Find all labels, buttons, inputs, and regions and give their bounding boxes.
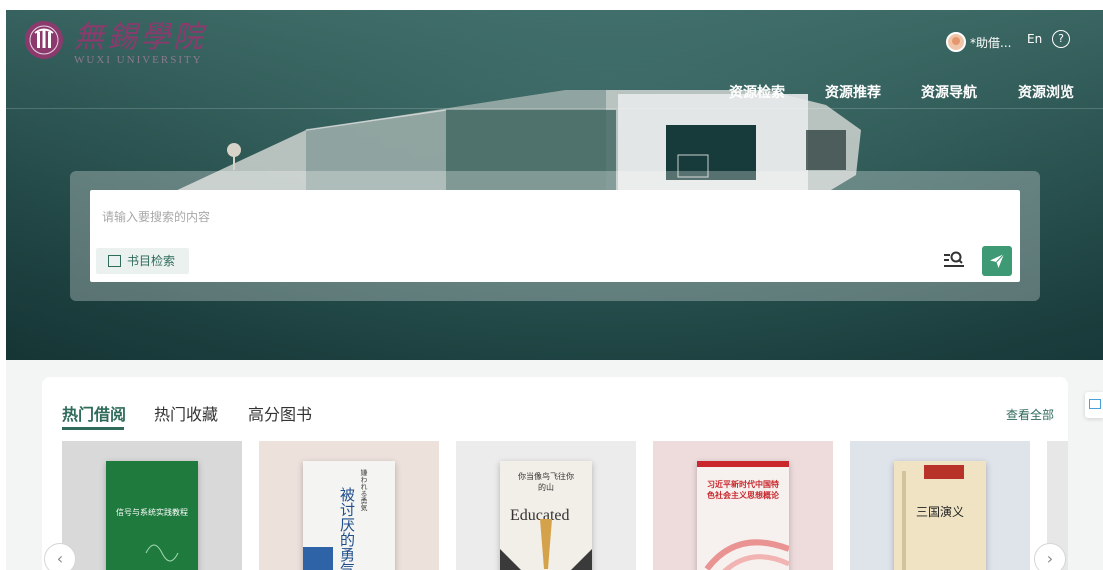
logo-chinese-name: 無錫學院 [74,20,206,55]
book-cover: 信号与系统实践教程 [106,461,198,570]
cover-spine-detail [902,471,906,570]
search-submit-button[interactable] [982,246,1012,276]
book-cover: 被讨厌的勇气 嫌われる勇気 [303,461,395,570]
send-icon [990,253,1005,268]
book-cover-title: 习近平新时代中国特色社会主义思想概论 [707,479,779,500]
active-tab-indicator [62,427,124,430]
cover-pencil-graphic [500,519,592,570]
university-emblem-icon [25,21,63,59]
tab-top-rated[interactable]: 高分图书 [248,401,312,425]
cover-blue-block [303,547,333,570]
avatar [946,32,966,52]
book-cover-title: 三国演义 [915,505,964,519]
side-tool-button[interactable] [1085,392,1103,418]
cover-red-band [697,461,789,467]
book-cover: 三国演义 [894,461,986,570]
view-all-link[interactable]: 查看全部 [1006,406,1054,423]
search-panel: 书目检索 [70,171,1040,301]
catalog-search-button[interactable]: 书目检索 [96,248,190,274]
book-cover-title: 信号与系统实践教程 [116,508,188,517]
chevron-left-icon[interactable]: ‹ [44,543,76,570]
books-panel: 热门借阅 热门收藏 高分图书 查看全部 信号与系统实践教程 被讨厌的勇气 嫌われ… [42,377,1068,570]
nav-item-resource-recommend[interactable]: 资源推荐 [825,82,881,102]
logo-english-name: WUXI UNIVERSITY [74,54,203,66]
help-circle-icon[interactable]: ? [1052,30,1070,48]
book-card[interactable]: 信号与系统实践教程 [62,441,242,570]
chevron-right-icon[interactable]: › [1034,543,1066,570]
nav-item-resource-search[interactable]: 资源检索 [729,82,785,102]
language-toggle[interactable]: En [1027,32,1042,46]
nav-item-resource-navigation[interactable]: 资源导航 [921,82,977,102]
search-box: 书目检索 [90,190,1020,282]
book-cover: 你当像鸟飞往你的山 Educated [500,461,592,570]
book-cover-subtitle: 嫌われる勇気 [360,469,368,511]
nav-item-resource-browse[interactable]: 资源浏览 [1018,82,1074,102]
catalog-search-label: 书目检索 [127,254,176,268]
cover-wave-graphic [145,544,179,562]
university-logo[interactable]: 無錫學院 WUXI UNIVERSITY [24,20,206,66]
user-name: *助借... [970,35,1012,50]
tab-hot-favorite[interactable]: 热门收藏 [154,401,218,425]
app-frame: 無錫學院 WUXI UNIVERSITY *助借... En ? 资源检索 资源… [6,10,1103,570]
nav-divider [6,108,1103,109]
side-tool-icon [1089,399,1101,409]
book-card[interactable]: 三国演义 [850,441,1030,570]
cover-red-label [924,465,964,479]
book-card[interactable]: 被讨厌的勇气 嫌われる勇気 [259,441,439,570]
catalog-icon [108,255,121,267]
book-cover-title: 你当像鸟飞往你的山 [518,472,574,492]
search-input[interactable] [100,204,924,230]
advanced-search-icon[interactable] [942,248,966,272]
book-cover-title: 被讨厌的勇气 [338,487,356,570]
book-card[interactable]: 习近平新时代中国特色社会主义思想概论 [653,441,833,570]
cover-wave-graphic [704,539,789,570]
tab-hot-borrow[interactable]: 热门借阅 [62,401,126,425]
book-cover: 习近平新时代中国特色社会主义思想概论 [697,461,789,570]
book-card[interactable]: 你当像鸟飞往你的山 Educated [456,441,636,570]
user-menu[interactable]: *助借... [946,32,1011,52]
